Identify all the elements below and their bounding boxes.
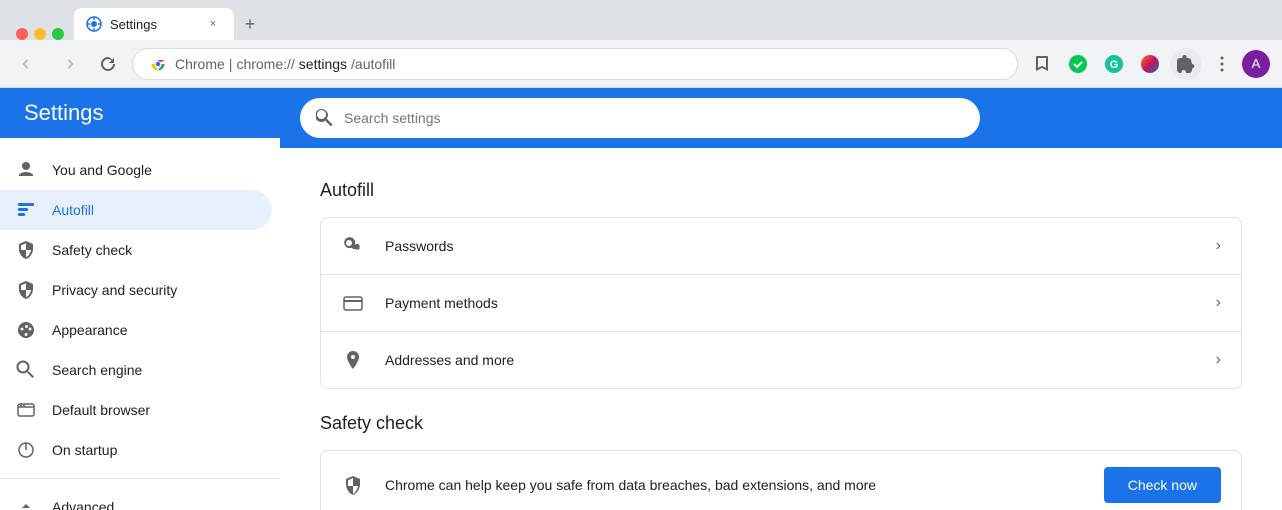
sidebar-item-search-engine[interactable]: Search engine bbox=[0, 350, 272, 390]
malwarebytes-icon[interactable] bbox=[1062, 48, 1094, 80]
sidebar-label-default-browser: Default browser bbox=[52, 402, 150, 418]
address-bar: Chrome | chrome:// settings/autofill G bbox=[0, 40, 1282, 88]
tab-title: Settings bbox=[110, 17, 196, 32]
payment-chevron-icon: › bbox=[1216, 294, 1221, 312]
refresh-button[interactable] bbox=[92, 48, 124, 80]
search-header bbox=[280, 88, 1282, 148]
sidebar-advanced-label: Advanced bbox=[52, 499, 114, 510]
sidebar-label-search-engine: Search engine bbox=[52, 362, 142, 378]
omnibox-url[interactable]: Chrome | chrome:// settings/autofill bbox=[175, 56, 395, 72]
main-content: Settings You and Google Autofill bbox=[0, 88, 1282, 510]
addresses-label: Addresses and more bbox=[385, 352, 1196, 368]
tab-close-button[interactable]: × bbox=[204, 15, 222, 33]
sidebar-advanced[interactable]: Advanced bbox=[0, 487, 280, 510]
extensions-button[interactable] bbox=[1170, 48, 1202, 80]
settings-header: Settings bbox=[0, 88, 280, 138]
svg-text:G: G bbox=[1110, 59, 1119, 71]
passwords-label: Passwords bbox=[385, 238, 1196, 254]
url-scheme: chrome:// bbox=[236, 56, 294, 72]
traffic-lights bbox=[8, 28, 72, 40]
autofill-section-title: Autofill bbox=[320, 180, 1242, 201]
safety-shield-icon bbox=[16, 240, 36, 260]
sidebar-label-safety-check: Safety check bbox=[52, 242, 132, 258]
sidebar-label-autofill: Autofill bbox=[52, 202, 94, 218]
search-input[interactable] bbox=[344, 110, 964, 126]
avatar-letter: A bbox=[1252, 56, 1261, 71]
profile-avatar[interactable]: A bbox=[1242, 50, 1270, 78]
url-highlight: settings bbox=[299, 56, 347, 72]
sidebar-item-default-browser[interactable]: Default browser bbox=[0, 390, 272, 430]
privacy-icon bbox=[16, 280, 36, 300]
browser-icon bbox=[16, 400, 36, 420]
safety-check-description: Chrome can help keep you safe from data … bbox=[385, 477, 1084, 493]
autofill-icon bbox=[16, 200, 36, 220]
sidebar-label-privacy: Privacy and security bbox=[52, 282, 177, 298]
url-path: /autofill bbox=[351, 56, 395, 72]
maximize-button[interactable] bbox=[52, 28, 64, 40]
settings-title: Settings bbox=[24, 100, 104, 126]
sidebar-divider bbox=[0, 478, 280, 479]
startup-icon bbox=[16, 440, 36, 460]
credit-card-icon bbox=[341, 291, 365, 315]
url-separator: | bbox=[229, 56, 233, 72]
payment-methods-item[interactable]: Payment methods › bbox=[321, 275, 1241, 332]
forward-button[interactable] bbox=[52, 48, 84, 80]
sidebar-label-appearance: Appearance bbox=[52, 322, 128, 338]
chrome-logo-icon bbox=[149, 55, 167, 73]
autofill-card: Passwords › Payment methods › bbox=[320, 217, 1242, 389]
minimize-button[interactable] bbox=[34, 28, 46, 40]
search-icon bbox=[316, 109, 334, 127]
sidebar-item-on-startup[interactable]: On startup bbox=[0, 430, 272, 470]
person-icon bbox=[16, 160, 36, 180]
advanced-chevron-icon bbox=[16, 497, 36, 510]
colorful-icon[interactable] bbox=[1134, 48, 1166, 80]
passwords-item[interactable]: Passwords › bbox=[321, 218, 1241, 275]
sidebar-item-you-and-google[interactable]: You and Google bbox=[0, 150, 272, 190]
toolbar-icons: G A bbox=[1026, 48, 1270, 80]
sidebar: You and Google Autofill Safety check bbox=[0, 138, 280, 510]
content-area: Autofill Passwords › Payment methods bbox=[280, 148, 1282, 510]
addresses-item[interactable]: Addresses and more › bbox=[321, 332, 1241, 388]
key-icon bbox=[341, 234, 365, 258]
check-now-button[interactable]: Check now bbox=[1104, 467, 1221, 503]
sidebar-label-you-and-google: You and Google bbox=[52, 162, 152, 178]
sidebar-item-privacy[interactable]: Privacy and security bbox=[0, 270, 272, 310]
sidebar-label-on-startup: On startup bbox=[52, 442, 117, 458]
settings-tab[interactable]: Settings × bbox=[74, 8, 234, 40]
passwords-chevron-icon: › bbox=[1216, 237, 1221, 255]
addresses-chevron-icon: › bbox=[1216, 351, 1221, 369]
location-icon bbox=[341, 348, 365, 372]
safety-check-card: Chrome can help keep you safe from data … bbox=[320, 450, 1242, 510]
new-tab-button[interactable]: + bbox=[236, 10, 264, 38]
search-box[interactable] bbox=[300, 98, 980, 138]
back-button[interactable] bbox=[12, 48, 44, 80]
tab-bar: Settings × + bbox=[0, 0, 1282, 40]
grammarly-icon[interactable]: G bbox=[1098, 48, 1130, 80]
safety-check-shield-icon bbox=[341, 473, 365, 497]
payment-methods-label: Payment methods bbox=[385, 295, 1196, 311]
palette-icon bbox=[16, 320, 36, 340]
sidebar-item-autofill[interactable]: Autofill bbox=[0, 190, 272, 230]
bookmark-button[interactable] bbox=[1026, 48, 1058, 80]
safety-check-section-title: Safety check bbox=[320, 413, 1242, 434]
sidebar-item-appearance[interactable]: Appearance bbox=[0, 310, 272, 350]
omnibox[interactable]: Chrome | chrome:// settings/autofill bbox=[132, 48, 1018, 80]
search-engine-icon bbox=[16, 360, 36, 380]
sidebar-item-safety-check[interactable]: Safety check bbox=[0, 230, 272, 270]
tab-favicon bbox=[86, 16, 102, 32]
url-chrome-label: Chrome bbox=[175, 56, 225, 72]
browser-frame: Settings × + bbox=[0, 0, 1282, 510]
menu-button[interactable] bbox=[1206, 48, 1238, 80]
close-button[interactable] bbox=[16, 28, 28, 40]
